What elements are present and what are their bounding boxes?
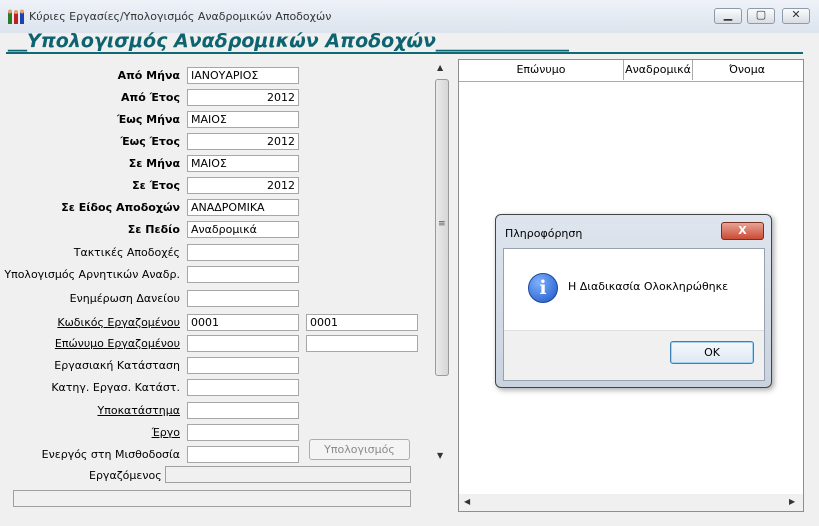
active-payroll-field[interactable] [187, 446, 299, 463]
label-regular-earnings: Τακτικές Αποδοχές [73, 246, 180, 259]
status-bar [13, 490, 411, 507]
label-work-status: Εργασιακή Κατάσταση [54, 359, 180, 372]
regular-earnings-field[interactable] [187, 244, 299, 261]
maximize-button[interactable]: ▢ [747, 8, 775, 24]
scroll-up-icon[interactable]: ▲ [437, 63, 443, 72]
form-vertical-scrollbar[interactable]: ▲ ≡ ▼ [433, 60, 450, 465]
maximize-icon: ▢ [755, 8, 767, 21]
in-earnings-type-field[interactable]: ΑΝΑΔΡΟΜΙΚΑ [187, 199, 299, 216]
info-icon: i [528, 273, 558, 303]
info-dialog: Πληροφόρηση X i Η Διαδικασία Ολοκληρώθηκ… [495, 214, 772, 388]
employee-surname-from-field[interactable] [187, 335, 299, 352]
in-month-field[interactable]: ΜΑΙΟΣ [187, 155, 299, 172]
dialog-footer: OK [504, 330, 764, 380]
minimize-button[interactable]: ▁ [714, 8, 742, 24]
in-field-field[interactable]: Αναδρομικά [187, 221, 299, 238]
label-employee: Εργαζόμενος [89, 469, 162, 482]
branch-field[interactable] [187, 402, 299, 419]
label-in-month: Σε Μήνα [128, 157, 180, 170]
loan-update-field[interactable] [187, 290, 299, 307]
label-from-month: Από Μήνα [117, 69, 180, 82]
column-header-name[interactable]: Όνομα [693, 60, 801, 80]
close-icon: X [738, 224, 747, 237]
from-year-field[interactable]: 2012 [187, 89, 299, 106]
column-header-retro[interactable]: Αναδρομικά [624, 60, 693, 80]
close-button[interactable]: ✕ [782, 8, 810, 24]
minimize-icon: ▁ [723, 8, 733, 21]
label-in-field: Σε Πεδίο [127, 223, 180, 236]
dialog-close-button[interactable]: X [721, 222, 764, 240]
to-year-field[interactable]: 2012 [187, 133, 299, 150]
employee-code-to-field[interactable]: 0001 [306, 314, 418, 331]
label-status-category: Κατηγ. Εργασ. Κατάστ. [51, 381, 180, 394]
link-employee-surname[interactable]: Επώνυμο Εργαζομένου [55, 337, 180, 350]
grip-icon: ≡ [438, 219, 446, 229]
work-status-field[interactable] [187, 357, 299, 374]
in-year-field[interactable]: 2012 [187, 177, 299, 194]
form-labels: Από Μήνα Από Έτος Έως Μήνα Έως Έτος Σε Μ… [0, 0, 180, 470]
dialog-message: Η Διαδικασία Ολοκληρώθηκε [568, 280, 729, 293]
link-project[interactable]: Έργο [152, 426, 180, 439]
label-negative-calc: Υπολογισμός Αρνητικών Αναδρ. [4, 268, 180, 281]
dialog-body: i Η Διαδικασία Ολοκληρώθηκε OK [503, 248, 765, 381]
label-to-year: Έως Έτος [120, 135, 180, 148]
scroll-down-icon[interactable]: ▼ [437, 451, 443, 460]
label-active-payroll: Ενεργός στη Μισθοδοσία [41, 448, 180, 461]
from-month-field[interactable]: ΙΑΝΟΥΑΡΙΟΣ [187, 67, 299, 84]
dialog-title: Πληροφόρηση [505, 227, 583, 240]
label-in-earnings-type: Σε Είδος Αποδοχών [61, 201, 180, 214]
to-month-field[interactable]: ΜΑΙΟΣ [187, 111, 299, 128]
close-icon: ✕ [791, 8, 801, 21]
ok-button[interactable]: OK [670, 341, 754, 364]
grid-horizontal-scrollbar[interactable]: ◀ ▶ [459, 494, 803, 511]
label-to-month: Έως Μήνα [116, 113, 180, 126]
scroll-left-icon[interactable]: ◀ [464, 497, 470, 506]
negative-calc-field[interactable] [187, 266, 299, 283]
employee-code-from-field[interactable]: 0001 [187, 314, 299, 331]
link-employee-code[interactable]: Κωδικός Εργαζομένου [57, 316, 180, 329]
label-from-year: Από Έτος [120, 91, 180, 104]
label-loan-update: Ενημέρωση Δανείου [69, 292, 180, 305]
status-category-field[interactable] [187, 379, 299, 396]
employee-progress-field [165, 466, 411, 483]
link-branch[interactable]: Υποκατάστημα [98, 404, 181, 417]
scroll-right-icon[interactable]: ▶ [789, 497, 795, 506]
grid-header: Επώνυμο Αναδρομικά Όνομα [459, 60, 803, 82]
column-header-surname[interactable]: Επώνυμο [459, 60, 624, 80]
employee-surname-to-field[interactable] [306, 335, 418, 352]
scroll-thumb[interactable]: ≡ [435, 79, 449, 376]
calculate-button[interactable]: Υπολογισμός [309, 439, 410, 460]
project-field[interactable] [187, 424, 299, 441]
label-in-year: Σε Έτος [132, 179, 180, 192]
